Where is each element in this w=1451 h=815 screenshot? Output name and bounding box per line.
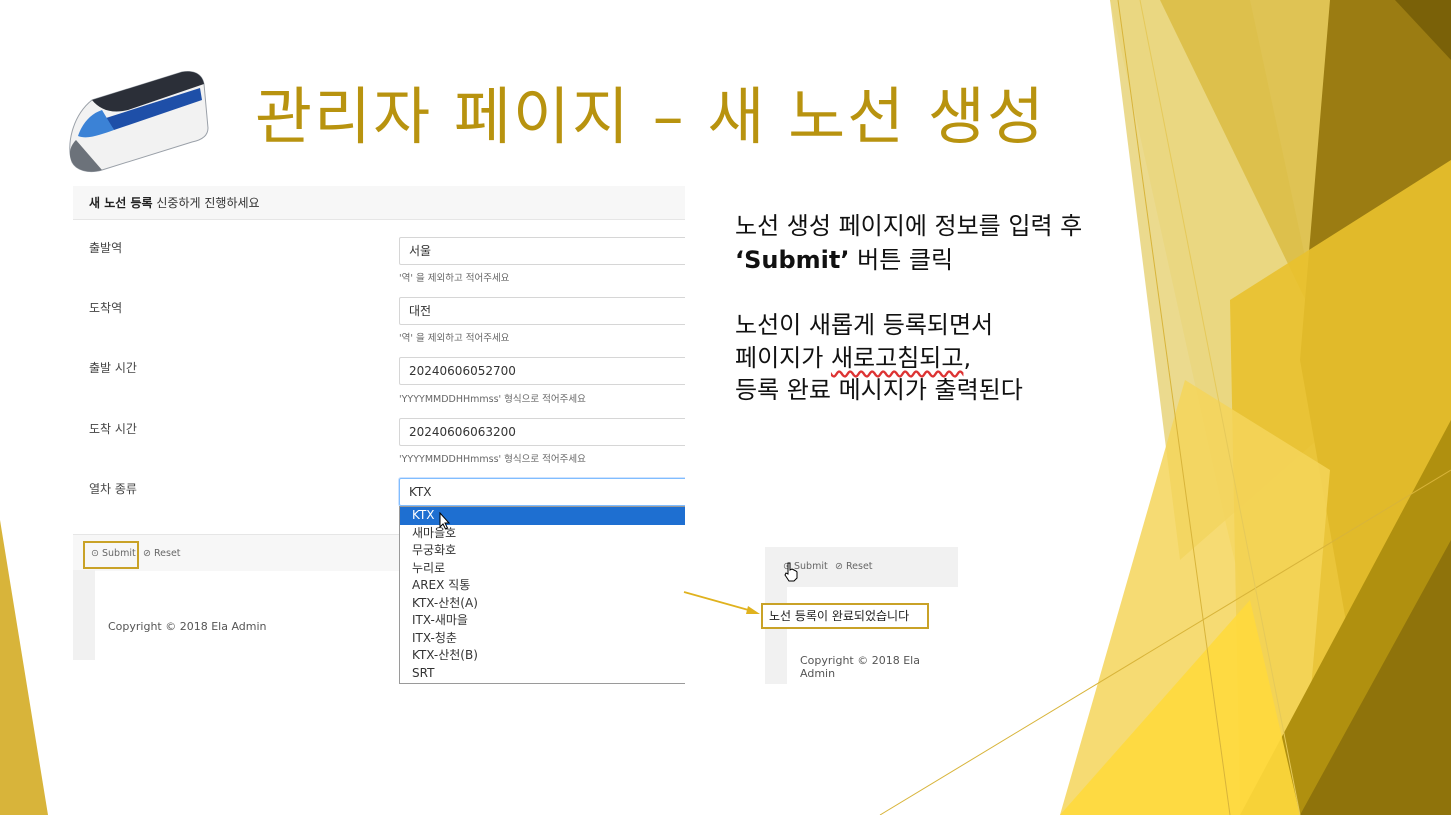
arrival-station-help: '역' 을 제외하고 적어주세요 <box>399 333 510 344</box>
reset-label: Reset <box>153 548 181 559</box>
form-header-note: 신중하게 진행하세요 <box>156 196 260 210</box>
result-reset-label: Reset <box>845 561 873 572</box>
result-copyright: Copyright © 2018 Ela Admin <box>800 654 920 680</box>
train-type-select[interactable]: KTX <box>399 478 685 506</box>
reset-button[interactable]: ⊘ Reset <box>143 548 181 559</box>
description-line-4: 페이지가 새로고침되고, <box>735 338 971 373</box>
mouse-pointer-icon <box>439 512 451 530</box>
result-reset-button[interactable]: ⊘ Reset <box>835 561 873 572</box>
arrival-station-input[interactable]: 대전 <box>399 297 685 325</box>
arrival-station-label: 도착역 <box>89 301 123 315</box>
new-route-form-screenshot: 새 노선 등록 신중하게 진행하세요 출발역 서울 '역' 을 제외하고 적어주… <box>73 186 685 684</box>
form-header-title: 새 노선 등록 <box>89 196 153 210</box>
ktx-train-illustration <box>69 71 209 173</box>
departure-time-input[interactable]: 20240606052700 <box>399 357 685 385</box>
description-line-2: ‘Submit’ 버튼 클릭 <box>735 240 953 275</box>
departure-station-input[interactable]: 서울 <box>399 237 685 265</box>
description-line-1: 노선 생성 페이지에 정보를 입력 후 <box>735 212 1083 240</box>
train-type-option[interactable]: 무궁화호 <box>400 542 685 560</box>
departure-time-help: 'YYYYMMDDHHmmss' 형식으로 적어주세요 <box>399 394 586 405</box>
departure-time-label: 출발 시간 <box>89 361 137 375</box>
form-header: 새 노선 등록 신중하게 진행하세요 <box>73 186 685 220</box>
departure-station-help: '역' 을 제외하고 적어주세요 <box>399 273 510 284</box>
description-line-3: 노선이 새롭게 등록되면서 <box>735 311 994 339</box>
departure-station-label: 출발역 <box>89 241 123 255</box>
train-type-option[interactable]: ITX-청춘 <box>400 630 685 648</box>
description-line-4-c: , <box>963 344 972 372</box>
train-type-option[interactable]: ITX-새마을 <box>400 612 685 630</box>
slide-title: 관리자 페이지 – 새 노선 생성 <box>255 80 1046 153</box>
train-type-label: 열차 종류 <box>89 482 137 496</box>
arrival-time-help: 'YYYYMMDDHHmmss' 형식으로 적어주세요 <box>399 454 586 465</box>
description-line-4-b: 새로고침되고 <box>830 344 964 372</box>
copyright-text: Copyright © 2018 Ela Admin <box>108 620 267 633</box>
arrival-time-input[interactable]: 20240606063200 <box>399 418 685 446</box>
sidebar-strip <box>73 570 95 660</box>
train-type-option[interactable]: 누리로 <box>400 560 685 578</box>
result-sidebar-strip <box>765 587 787 684</box>
submit-highlight-box <box>83 541 139 569</box>
train-type-option[interactable]: SRT <box>400 665 685 683</box>
hand-pointer-icon <box>784 562 798 582</box>
description-line-2-rest: 버튼 클릭 <box>849 246 954 274</box>
description-line-5: 등록 완료 메시지가 출력된다 <box>735 376 1023 404</box>
train-type-option[interactable]: KTX-산천(A) <box>400 595 685 613</box>
registration-complete-message: 노선 등록이 완료되었습니다 <box>761 603 929 629</box>
train-type-option[interactable]: AREX 직통 <box>400 577 685 595</box>
arrival-time-label: 도착 시간 <box>89 422 137 436</box>
result-submit-label: Submit <box>793 561 828 572</box>
train-type-dropdown-list[interactable]: KTX 새마을호 무궁화호 누리로 AREX 직통 KTX-산천(A) ITX-… <box>399 506 685 684</box>
train-type-option[interactable]: KTX-산천(B) <box>400 647 685 665</box>
description-line-4-a: 페이지가 <box>735 344 831 372</box>
description-submit-word: ‘Submit’ <box>735 246 850 274</box>
